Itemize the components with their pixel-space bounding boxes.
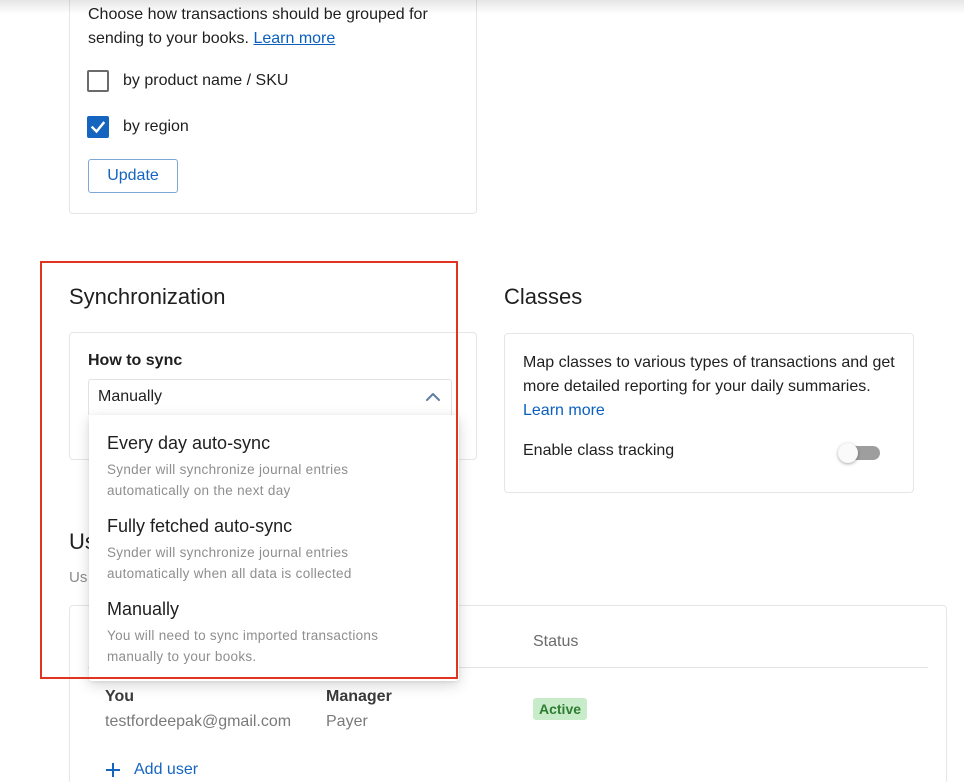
region-checkbox[interactable]: [87, 116, 109, 138]
sync-option-description: You will need to sync imported transacti…: [107, 628, 379, 664]
class-tracking-toggle[interactable]: [838, 443, 882, 463]
user-name: You: [105, 688, 135, 705]
grouping-learn-more-link[interactable]: Learn more: [253, 30, 335, 47]
check-icon: [90, 121, 106, 134]
sync-heading: Synchronization: [69, 284, 226, 309]
add-user-label: Add user: [134, 761, 199, 778]
sync-option-fully-fetched[interactable]: Fully fetched auto-sync Synder will sync…: [89, 499, 459, 583]
sync-option-title: Every day auto-sync: [107, 433, 271, 453]
user-role: Manager: [326, 688, 392, 705]
sync-mode-value: Manually: [98, 388, 163, 405]
grouping-option-product[interactable]: by product name / SKU: [87, 70, 288, 92]
product-checkbox-label: by product name / SKU: [123, 72, 289, 89]
classes-description-text: Map classes to various types of transact…: [523, 354, 895, 395]
grouping-description: Choose how transactions should be groupe…: [88, 3, 468, 51]
how-to-sync-label: How to sync: [88, 352, 183, 369]
status-column-header: Status: [533, 633, 579, 650]
status-badge: Active: [533, 698, 588, 720]
enable-class-tracking-label: Enable class tracking: [523, 442, 675, 459]
region-checkbox-label: by region: [123, 118, 189, 135]
sync-option-description: Synder will synchronize journal entries …: [107, 545, 352, 581]
sync-mode-select[interactable]: Manually: [88, 379, 452, 415]
toggle-knob: [838, 443, 858, 463]
classes-heading: Classes: [504, 284, 583, 309]
settings-page: Choose how transactions should be groupe…: [0, 0, 964, 782]
sync-option-description: Synder will synchronize journal entries …: [107, 462, 349, 498]
sync-option-every-day[interactable]: Every day auto-sync Synder will synchron…: [89, 415, 459, 499]
sync-option-title: Manually: [107, 599, 180, 619]
classes-description: Map classes to various types of transact…: [523, 351, 901, 423]
sync-mode-dropdown: Every day auto-sync Synder will synchron…: [89, 415, 459, 681]
grouping-option-region[interactable]: by region: [87, 116, 189, 138]
sync-option-title: Fully fetched auto-sync: [107, 516, 293, 536]
classes-learn-more-link[interactable]: Learn more: [523, 402, 605, 419]
user-email: testfordeepak@gmail.com: [105, 713, 292, 730]
update-button[interactable]: Update: [88, 159, 178, 193]
sync-option-manually[interactable]: Manually You will need to sync imported …: [89, 583, 459, 681]
chevron-up-icon: [426, 393, 440, 401]
users-subtitle: Us: [69, 569, 88, 586]
plus-icon: [106, 763, 120, 777]
product-checkbox[interactable]: [87, 70, 109, 92]
user-role-sub: Payer: [326, 713, 368, 730]
add-user-button[interactable]: Add user: [104, 761, 198, 779]
